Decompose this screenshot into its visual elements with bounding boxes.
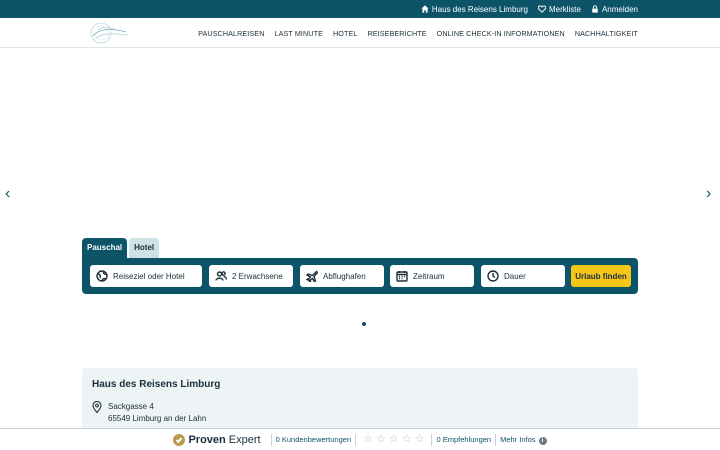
people-icon (215, 271, 227, 281)
tab-pauschal[interactable]: Pauschal (82, 238, 128, 258)
shop-label: Haus des Reisens Limburg (431, 4, 528, 14)
travellers-label: 2 Erwachsene (232, 271, 283, 281)
airport-label: Abflughafen (323, 271, 366, 281)
agency-city: 65549 Limburg an der Lahn (108, 414, 207, 423)
more-info-link[interactable]: Mehr Infos i (500, 434, 547, 445)
carousel-dot[interactable] (362, 322, 366, 326)
search-tabs: Pauschal Hotel (82, 238, 160, 258)
heart-icon (537, 5, 546, 13)
login-label: Anmelden (601, 4, 638, 14)
nav-item-online-check-in[interactable]: ONLINE CHECK-IN INFORMATIONEN (437, 29, 565, 38)
star-icon: ☆ (375, 433, 386, 445)
top-bar: Haus des Reisens Limburg Merkliste Anmel… (0, 0, 720, 18)
rating-stars: ☆ ☆ ☆ ☆ ☆ (360, 434, 427, 445)
agency-title: Haus des Reisens Limburg (92, 379, 221, 390)
clock-icon (487, 270, 499, 282)
travellers-field[interactable]: 2 Erwachsene (209, 265, 293, 287)
nav-item-last-minute[interactable]: LAST MINUTE (274, 29, 323, 38)
carousel-prev-arrow[interactable]: ‹ (5, 186, 10, 202)
checkmark-icon (173, 433, 186, 446)
home-icon (421, 5, 429, 13)
divider (355, 433, 357, 446)
more-info-label: Mehr Infos (500, 434, 536, 444)
globe-icon (96, 270, 108, 282)
destination-field[interactable]: Reiseziel oder Hotel (90, 265, 202, 287)
nav-item-hotel[interactable]: HOTEL (333, 29, 357, 38)
destination-label: Reiseziel oder Hotel (113, 271, 185, 281)
main-header: PAUSCHALREISEN LAST MINUTE HOTEL REISEBE… (0, 18, 720, 48)
hero-carousel (0, 48, 720, 340)
tab-hotel[interactable]: Hotel (129, 238, 160, 258)
proven-expert-brand: Proven Expert (188, 434, 260, 446)
login-link[interactable]: Anmelden (591, 5, 638, 14)
location-pin-icon (92, 401, 102, 413)
search-submit-button[interactable]: Urlaub finden (571, 265, 631, 287)
divider (495, 433, 497, 446)
star-icon: ☆ (363, 433, 373, 445)
carousel-next-arrow[interactable]: › (706, 186, 711, 202)
brand-light: Expert (225, 433, 261, 446)
proven-expert-logo[interactable]: Proven Expert (173, 433, 266, 446)
info-icon: i (538, 436, 547, 445)
period-label: Zeitraum (413, 271, 445, 281)
brand-logo[interactable] (88, 20, 130, 46)
shop-link[interactable]: Haus des Reisens Limburg (421, 5, 528, 14)
divider (431, 433, 433, 446)
agency-street: Sackgasse 4 (108, 402, 154, 411)
proven-expert-bar: Proven Expert 0 Kundenbewertungen ☆ ☆ ☆ … (0, 428, 720, 450)
plane-icon (306, 270, 318, 282)
lock-icon (592, 5, 598, 13)
star-icon: ☆ (401, 433, 412, 445)
main-nav: PAUSCHALREISEN LAST MINUTE HOTEL REISEBE… (198, 18, 638, 48)
calendar-icon (396, 271, 408, 282)
search-bar: Reiseziel oder Hotel 2 Erwachsene Abflug… (82, 258, 638, 294)
divider (270, 433, 272, 446)
star-icon: ☆ (414, 433, 425, 445)
star-icon: ☆ (388, 433, 399, 445)
duration-label: Dauer (504, 271, 526, 281)
brand-bold: Proven (188, 433, 226, 446)
nav-item-reiseberichte[interactable]: REISEBERICHTE (367, 29, 426, 38)
recommendations-link[interactable]: 0 Empfehlungen (436, 435, 491, 444)
duration-field[interactable]: Dauer (481, 265, 565, 287)
airport-field[interactable]: Abflughafen (300, 265, 384, 287)
nav-item-pauschalreisen[interactable]: PAUSCHALREISEN (198, 29, 264, 38)
wishlist-link[interactable]: Merkliste (537, 4, 581, 14)
nav-item-nachhaltigkeit[interactable]: NACHHALTIGKEIT (575, 29, 638, 38)
reviews-link[interactable]: 0 Kundenbewertungen (276, 435, 351, 444)
wishlist-label: Merkliste (548, 4, 581, 14)
period-field[interactable]: Zeitraum (390, 265, 474, 287)
